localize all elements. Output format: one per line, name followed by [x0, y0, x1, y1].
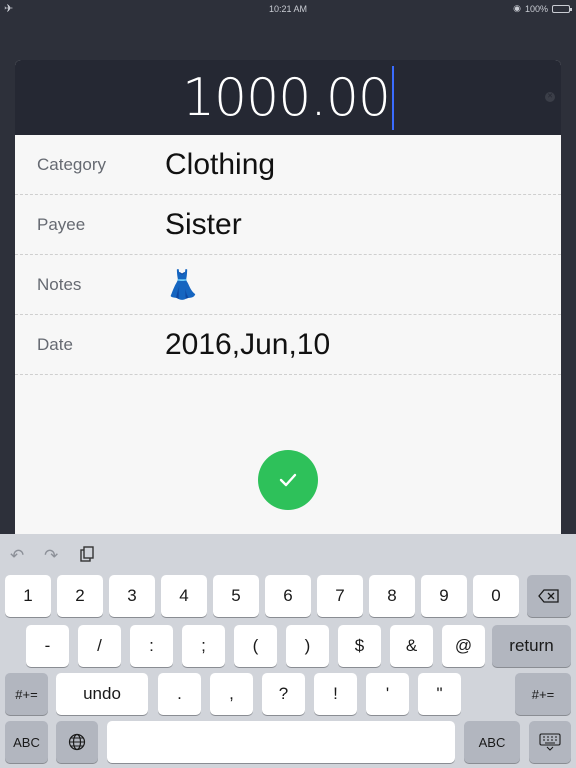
keyboard: ↶ ↷ 1 2 3 4 5 6 7 8 9 0 - / : ; ( ) $ & … [0, 534, 576, 768]
key-quote[interactable]: " [418, 673, 461, 715]
status-right: ◉ 100% [513, 3, 572, 14]
key-0[interactable]: 0 [473, 575, 519, 617]
key-colon[interactable]: : [130, 625, 173, 667]
key-slash[interactable]: / [78, 625, 121, 667]
key-4[interactable]: 4 [161, 575, 207, 617]
dress-icon: 👗 [165, 269, 200, 300]
key-question[interactable]: ? [262, 673, 305, 715]
notes-row[interactable]: Notes 👗 [15, 255, 561, 315]
undo-button[interactable]: undo [56, 673, 148, 715]
payee-row[interactable]: Payee Sister [15, 195, 561, 255]
symbols-shift-right-button[interactable]: #+= [515, 673, 571, 715]
keyboard-dismiss-icon [539, 733, 561, 751]
checkmark-icon [279, 473, 297, 487]
text-cursor [392, 66, 395, 130]
globe-icon [68, 733, 86, 751]
category-value: Clothing [165, 147, 276, 181]
key-exclamation[interactable]: ! [314, 673, 357, 715]
battery-percent: 100% [524, 3, 548, 14]
key-3[interactable]: 3 [109, 575, 155, 617]
symbols-shift-left-button[interactable]: #+= [5, 673, 48, 715]
abc-left-button[interactable]: ABC [5, 721, 48, 763]
key-dollar[interactable]: $ [338, 625, 381, 667]
key-period[interactable]: . [158, 673, 201, 715]
notes-label: Notes [37, 274, 82, 294]
clear-icon[interactable]: ✕ [545, 92, 555, 102]
payee-label: Payee [37, 214, 86, 234]
amount-value: 1000.00 [181, 68, 391, 128]
key-open-paren[interactable]: ( [234, 625, 277, 667]
globe-button[interactable] [56, 721, 98, 763]
date-value: 2016,Jun,10 [165, 327, 331, 361]
return-button[interactable]: return [492, 625, 571, 667]
key-7[interactable]: 7 [317, 575, 363, 617]
key-1[interactable]: 1 [5, 575, 51, 617]
key-hyphen[interactable]: - [26, 625, 69, 667]
hide-keyboard-button[interactable] [529, 721, 571, 763]
paste-icon[interactable] [80, 546, 102, 564]
category-row[interactable]: Category Clothing [15, 135, 561, 195]
key-ampersand[interactable]: & [390, 625, 433, 667]
undo-icon[interactable]: ↶ [10, 546, 32, 565]
key-comma[interactable]: , [210, 673, 253, 715]
amount-header: 1000.00 ✕ [15, 60, 561, 135]
backspace-button[interactable] [527, 575, 571, 617]
key-close-paren[interactable]: ) [286, 625, 329, 667]
transaction-card: 1000.00 ✕ Category Clothing Payee Sister… [15, 60, 561, 534]
rotation-lock-icon: ◉ [513, 3, 521, 13]
key-at[interactable]: @ [442, 625, 485, 667]
key-2[interactable]: 2 [57, 575, 103, 617]
key-6[interactable]: 6 [265, 575, 311, 617]
category-label: Category [37, 154, 106, 174]
amount-field[interactable]: 1000.00 [15, 66, 561, 130]
status-bar: ✈ 10:21 AM ◉ 100% [0, 0, 576, 18]
payee-value: Sister [165, 207, 242, 241]
abc-right-button[interactable]: ABC [464, 721, 520, 763]
backspace-icon [538, 589, 559, 603]
redo-icon[interactable]: ↷ [44, 546, 66, 565]
battery-icon [552, 4, 572, 13]
status-time: 10:21 AM [268, 4, 308, 14]
date-label: Date [37, 334, 73, 354]
key-8[interactable]: 8 [369, 575, 415, 617]
date-row[interactable]: Date 2016,Jun,10 [15, 315, 561, 375]
space-bar[interactable] [107, 721, 455, 763]
key-5[interactable]: 5 [213, 575, 259, 617]
key-apostrophe[interactable]: ' [366, 673, 409, 715]
keyboard-toolbar: ↶ ↷ [0, 534, 576, 574]
confirm-button[interactable] [258, 450, 318, 510]
key-9[interactable]: 9 [421, 575, 467, 617]
key-semicolon[interactable]: ; [182, 625, 225, 667]
